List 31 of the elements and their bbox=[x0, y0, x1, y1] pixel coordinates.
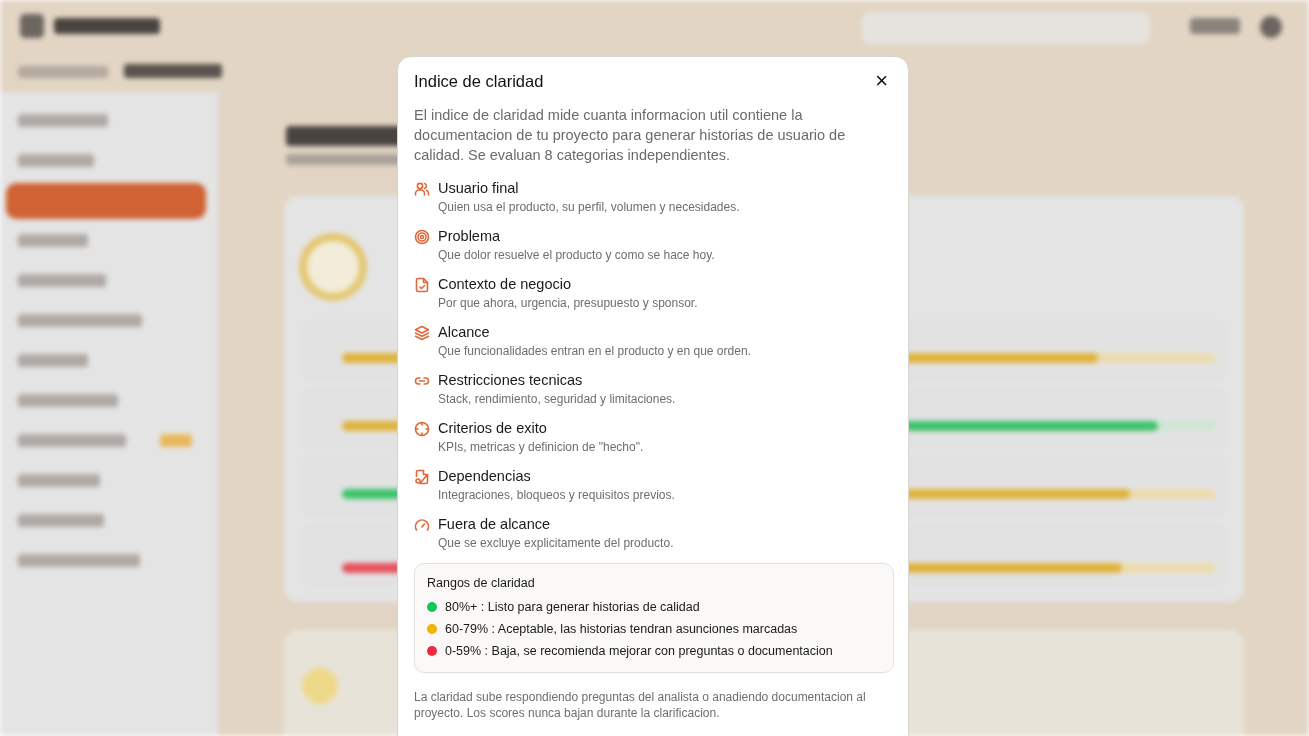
users-icon bbox=[414, 181, 430, 197]
ranges-title: Rangos de claridad bbox=[427, 576, 536, 590]
category-title: Dependencias bbox=[438, 467, 532, 485]
category-description: Integraciones, bloqueos y requisitos previos. bbox=[438, 487, 675, 503]
category-description: Que dolor resuelve el producto y como se hace hoy. bbox=[438, 247, 715, 263]
target-icon bbox=[414, 229, 430, 245]
category-title: Restricciones tecnicas bbox=[438, 371, 584, 389]
range-label: 80%+ : Listo para generar historias de calidad bbox=[445, 600, 700, 614]
category-description: Stack, rendimiento, seguridad y limitaciones. bbox=[438, 391, 676, 407]
dialog-description: El indice de claridad mide cuanta informacion util contiene la documentacion de tu proyecto para generar historias de usuario de calidad. Se evaluan 8 categorias independientes. bbox=[414, 106, 847, 165]
gauge-icon bbox=[414, 517, 430, 533]
category-description: KPIs, metricas y definicion de "hecho". bbox=[438, 439, 644, 455]
layers-icon bbox=[414, 325, 430, 341]
category-title: Problema bbox=[438, 227, 502, 245]
category-description: Quien usa el producto, su perfil, volumen y necesidades. bbox=[438, 199, 740, 215]
category-title: Alcance bbox=[438, 323, 491, 341]
range-label: 0-59% : Baja, se recomienda mejorar con preguntas o documentacion bbox=[445, 644, 833, 658]
category-description: Que se excluye explicitamente del producto. bbox=[438, 535, 674, 551]
category-title: Criterios de exito bbox=[438, 419, 548, 437]
category-description: Por que ahora, urgencia, presupuesto y sponsor. bbox=[438, 295, 698, 311]
range-label: 60-79% : Aceptable, las historias tendran asunciones marcadas bbox=[445, 622, 798, 636]
category-title: Fuera de alcance bbox=[438, 515, 552, 533]
document-icon bbox=[414, 469, 430, 485]
category-description: Que funcionalidades entran en el producto y en que orden. bbox=[438, 343, 751, 359]
category-title: Usuario final bbox=[438, 179, 520, 197]
category-title: Contexto de negocio bbox=[438, 275, 572, 293]
dialog-footnote: La claridad sube respondiendo preguntas del analista o anadiendo documentacion al proyecto. Los scores nunca bajan durante la clarificacion. bbox=[414, 689, 867, 721]
close-button[interactable]: × bbox=[871, 72, 892, 90]
document-check-icon bbox=[414, 277, 430, 293]
crosshair-icon bbox=[414, 421, 430, 437]
dialog-title: Indice de claridad bbox=[414, 71, 544, 91]
